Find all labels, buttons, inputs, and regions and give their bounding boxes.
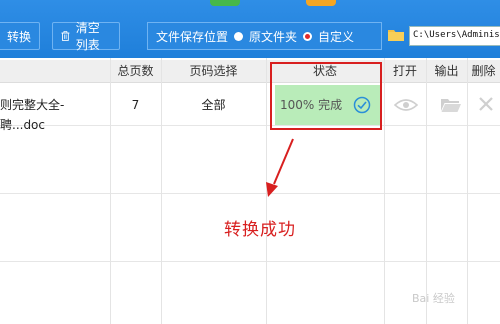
save-location-label: 文件保存位置	[156, 29, 229, 44]
eye-icon[interactable]	[394, 98, 418, 112]
convert-button[interactable]: 转换	[0, 22, 40, 50]
option-custom-label[interactable]: 自定义	[318, 28, 354, 45]
annotation-text: 转换成功	[224, 220, 296, 240]
header-delete: 删除	[471, 64, 496, 78]
radio-custom[interactable]	[303, 31, 313, 41]
save-path-input[interactable]: C:\Users\Adminis	[409, 26, 500, 46]
header-page-selection: 页码选择	[189, 64, 238, 78]
delete-icon[interactable]	[479, 97, 493, 111]
open-folder-icon[interactable]	[441, 98, 461, 112]
top-badge-orange[interactable]	[306, 0, 336, 6]
status-highlight-box	[270, 62, 382, 130]
radio-original-folder[interactable]	[234, 31, 244, 41]
clear-list-button[interactable]: 清空列表	[52, 21, 120, 52]
arrow-icon	[266, 138, 294, 197]
trash-icon	[61, 31, 70, 41]
clear-list-label: 清空列表	[75, 21, 100, 52]
column-divider	[384, 58, 385, 324]
page-count: 7	[131, 98, 140, 112]
header-output: 输出	[434, 64, 459, 78]
file-name: 则完整大全-聘...doc	[0, 98, 65, 132]
watermark: Bai 经验	[412, 292, 455, 305]
save-location-group: 文件保存位置 原文件夹 自定义	[147, 22, 382, 50]
column-divider	[426, 58, 427, 324]
folder-icon[interactable]	[388, 28, 404, 41]
top-badge-green[interactable]	[210, 0, 240, 6]
option-original-folder-label[interactable]: 原文件夹	[249, 28, 297, 45]
page-selection[interactable]: 全部	[161, 95, 266, 115]
column-divider	[467, 58, 468, 324]
convert-button-label: 转换	[7, 29, 32, 44]
header-open: 打开	[392, 64, 417, 78]
header-total-pages: 总页数	[117, 64, 154, 78]
